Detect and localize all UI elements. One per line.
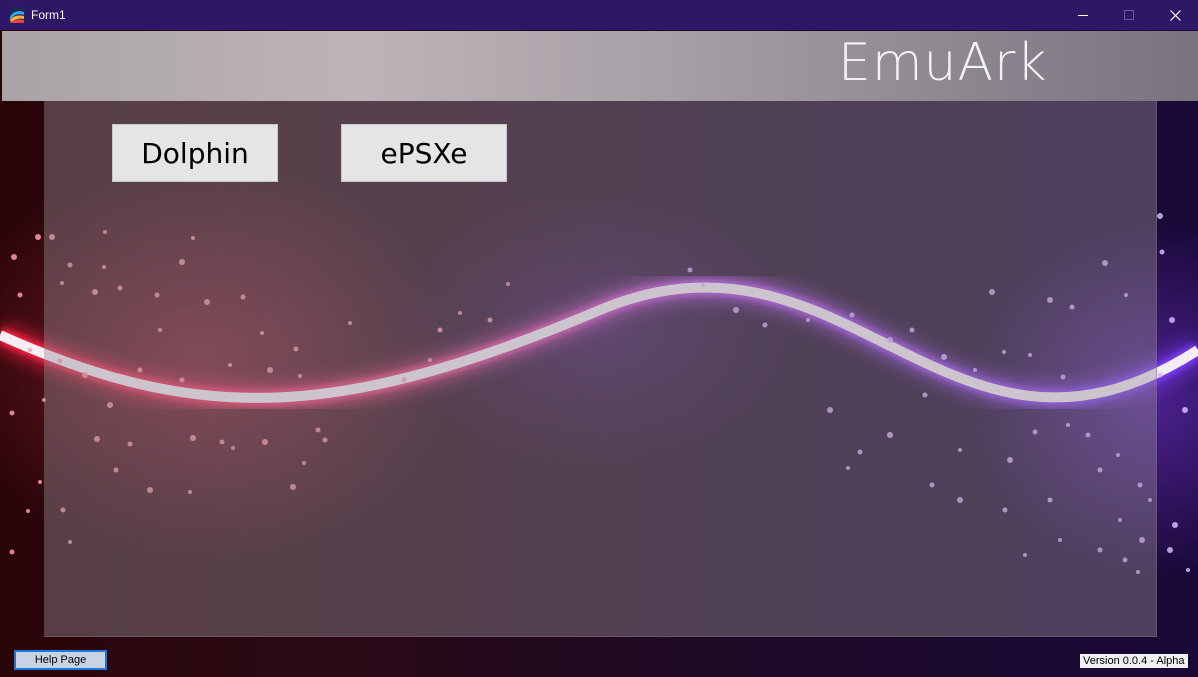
app-window: Form1 EmuArk Dolphin ePSXe Help Page Ver…	[0, 0, 1198, 677]
close-icon	[1169, 9, 1181, 21]
minimize-icon	[1078, 15, 1088, 16]
help-page-button[interactable]: Help Page	[14, 650, 107, 670]
window-title: Form1	[31, 8, 66, 22]
minimize-button[interactable]	[1060, 0, 1106, 30]
version-label: Version 0.0.4 - Alpha	[1080, 654, 1188, 668]
maximize-icon	[1124, 10, 1134, 20]
app-icon	[9, 7, 25, 23]
close-button[interactable]	[1152, 0, 1198, 30]
maximize-button[interactable]	[1106, 0, 1152, 30]
dolphin-button[interactable]: Dolphin	[112, 124, 278, 182]
title-bar[interactable]: Form1	[0, 0, 1198, 30]
epsxe-button[interactable]: ePSXe	[341, 124, 507, 182]
app-logo: EmuArk	[838, 33, 1048, 93]
